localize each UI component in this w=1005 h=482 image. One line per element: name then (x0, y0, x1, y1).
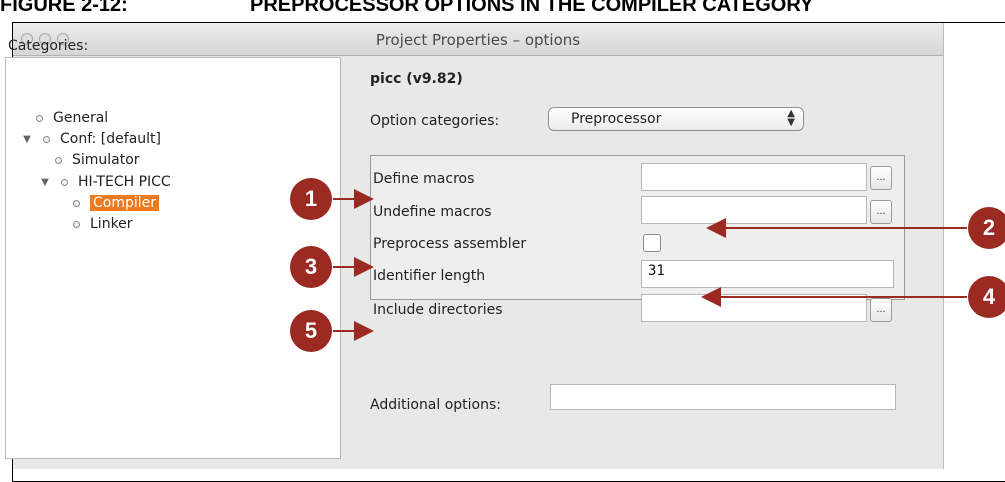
callout-badge-4: 4 (968, 276, 1005, 318)
callout-badge-5: 5 (290, 310, 332, 352)
callout-badge-1: 1 (290, 178, 332, 220)
callout-badge-3: 3 (290, 246, 332, 288)
callout-arrows (333, 189, 967, 341)
callout-badge-2: 2 (968, 207, 1005, 249)
